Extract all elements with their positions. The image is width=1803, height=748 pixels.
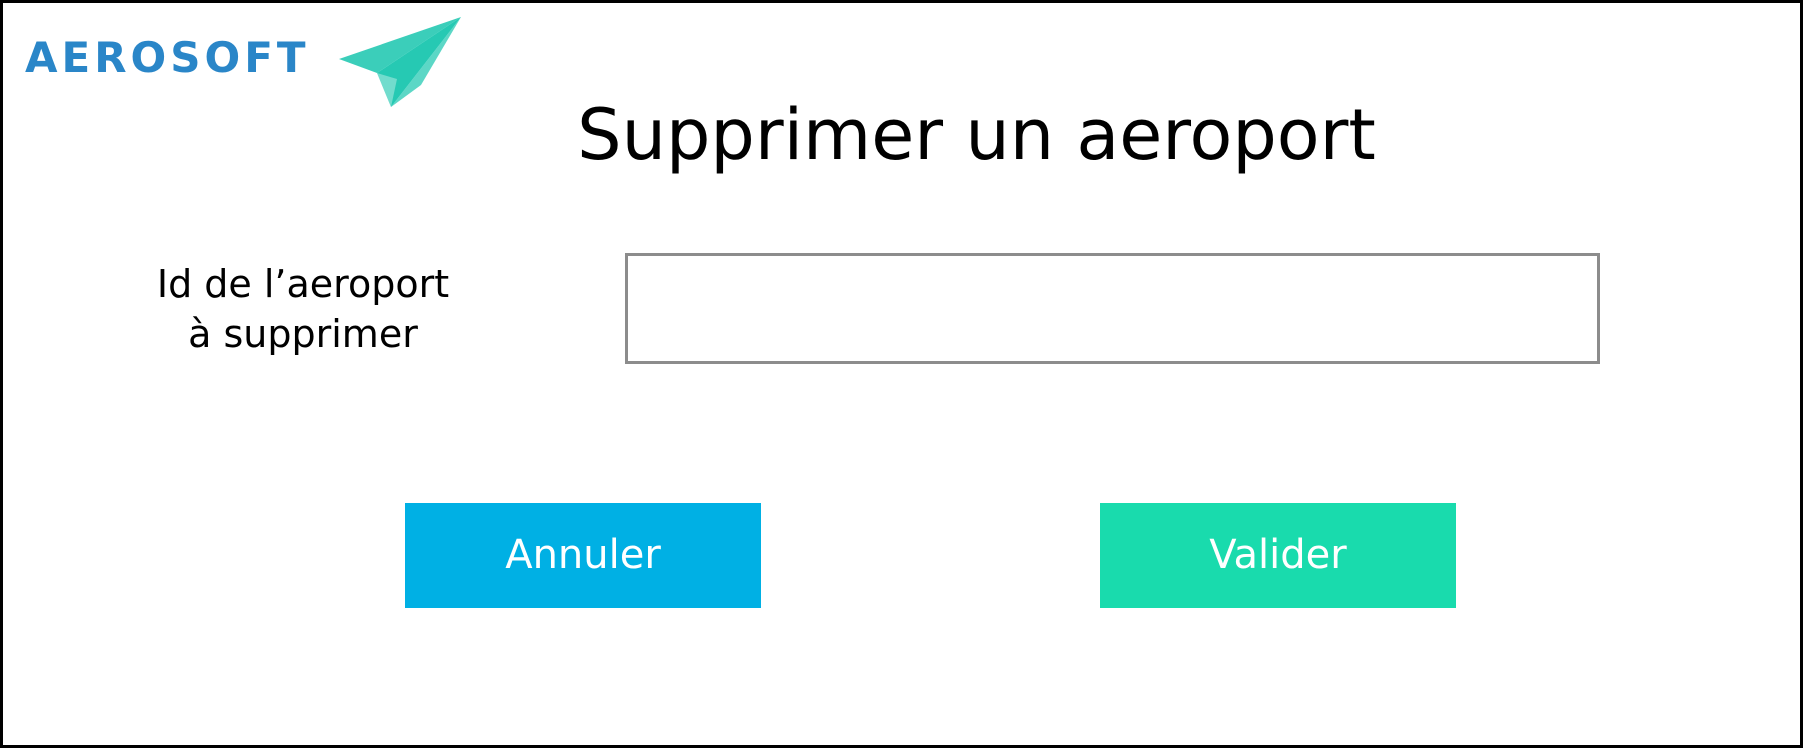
cancel-button[interactable]: Annuler bbox=[405, 503, 761, 608]
brand-name: AEROSOFT bbox=[25, 33, 310, 82]
delete-airport-window: AEROSOFT Supprimer un aeroport Id de l’a… bbox=[0, 0, 1803, 748]
airport-id-label-line2: à supprimer bbox=[188, 312, 418, 356]
page-title: Supprimer un aeroport bbox=[577, 94, 1376, 176]
airport-id-label-line1: Id de l’aeroport bbox=[156, 262, 450, 306]
airport-id-label: Id de l’aeroport à supprimer bbox=[103, 259, 503, 359]
paper-plane-icon bbox=[339, 17, 461, 107]
brand-logo: AEROSOFT bbox=[25, 17, 461, 107]
airport-id-input[interactable] bbox=[625, 253, 1600, 364]
validate-button[interactable]: Valider bbox=[1100, 503, 1456, 608]
